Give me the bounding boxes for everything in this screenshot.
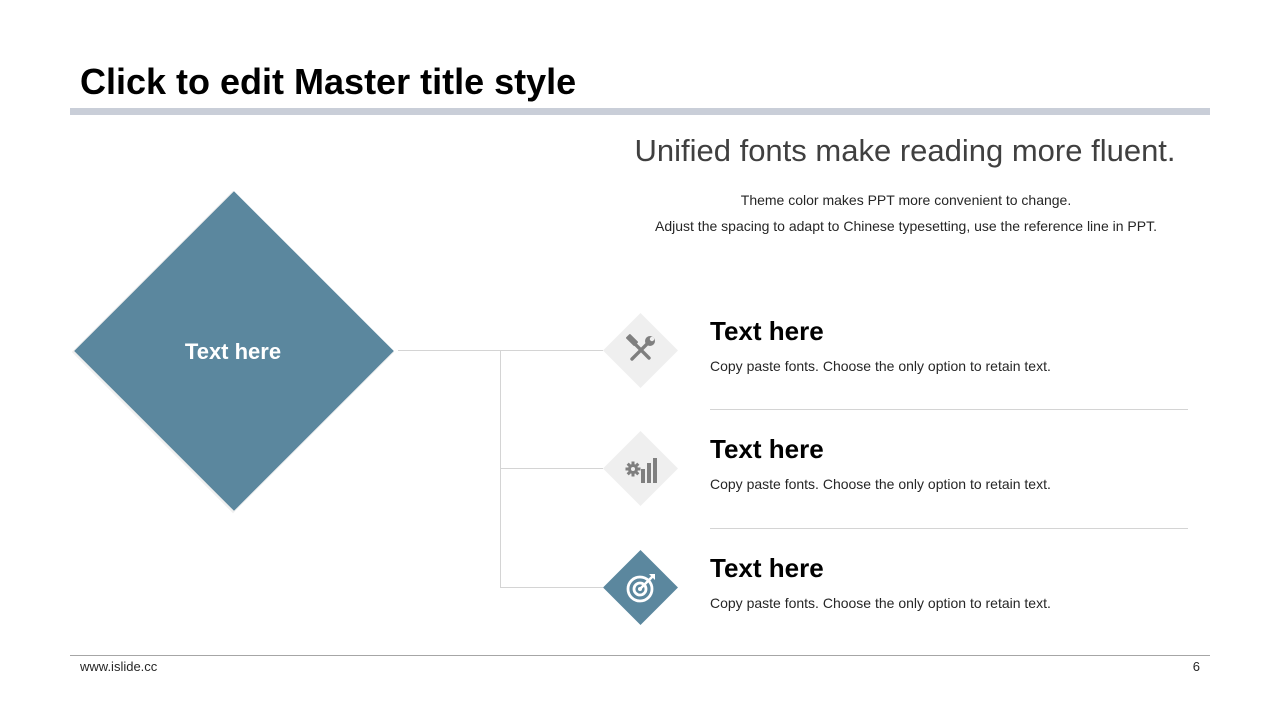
- title-underline: [70, 108, 1210, 115]
- gear-chart-icon: [625, 458, 657, 483]
- item-3-text[interactable]: Copy paste fonts. Choose the only option…: [710, 594, 1051, 612]
- target-icon: [626, 574, 655, 603]
- tools-icon: [626, 334, 655, 361]
- main-diamond-label[interactable]: Text here: [133, 338, 333, 366]
- description-line-2[interactable]: Adjust the spacing to adapt to Chinese t…: [600, 217, 1212, 235]
- item-divider-2: [710, 528, 1188, 529]
- description-line-1[interactable]: Theme color makes PPT more convenient to…: [600, 191, 1212, 209]
- item-2-text[interactable]: Copy paste fonts. Choose the only option…: [710, 475, 1051, 493]
- footer-divider: [70, 655, 1210, 656]
- footer-url[interactable]: www.islide.cc: [80, 659, 157, 675]
- item-1-text[interactable]: Copy paste fonts. Choose the only option…: [710, 357, 1051, 375]
- slide-subtitle[interactable]: Unified fonts make reading more fluent.: [600, 132, 1210, 170]
- slide-title[interactable]: Click to edit Master title style: [80, 60, 576, 104]
- item-2-title[interactable]: Text here: [710, 433, 824, 465]
- item-divider-1: [710, 409, 1188, 410]
- item-1-title[interactable]: Text here: [710, 315, 824, 347]
- connector-line-2: [500, 468, 603, 469]
- connector-line-3: [500, 587, 603, 588]
- item-3-title[interactable]: Text here: [710, 552, 824, 584]
- page-number: 6: [1192, 659, 1200, 674]
